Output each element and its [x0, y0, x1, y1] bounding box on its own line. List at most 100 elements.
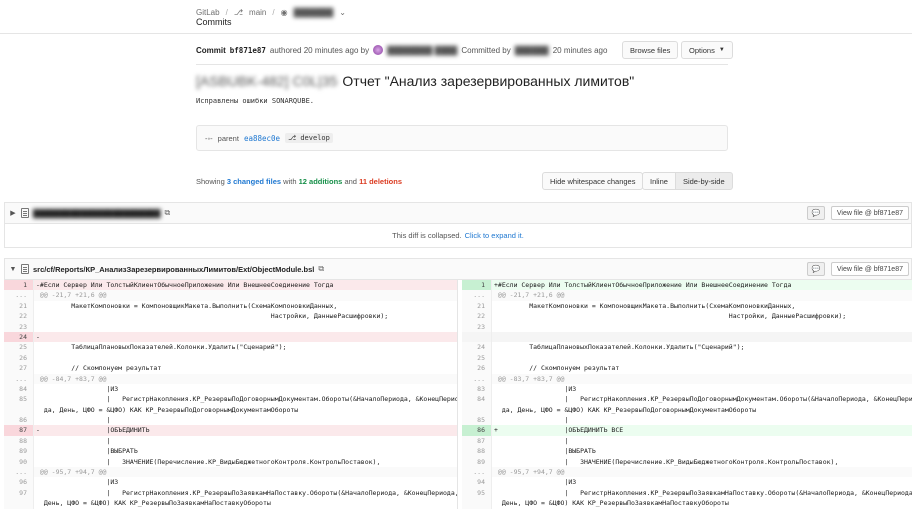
line-number[interactable]: 97 [4, 487, 34, 499]
line-number[interactable]: 95 [462, 487, 492, 499]
browse-files-button[interactable]: Browse files [622, 41, 679, 59]
line-number[interactable]: 24 [4, 331, 34, 343]
chevron-down-icon[interactable]: ▼ [5, 266, 21, 273]
view-file-button[interactable]: View file @ bf871e87 [830, 262, 909, 276]
diff-line: ... @@ -95,7 +94,7 @@ [4, 467, 457, 478]
parent-branch-tag[interactable]: ⎇ develop [285, 133, 333, 143]
diff-line: 25 [462, 352, 912, 364]
line-number[interactable]: 26 [462, 363, 492, 374]
diff-line: 86 + |ОБЪЕДИНИТЬ ВСЕ [462, 425, 912, 436]
line-number[interactable]: 24 [462, 342, 492, 353]
breadcrumb-separator: / [272, 7, 275, 17]
line-number[interactable]: 85 [4, 394, 34, 405]
line-number[interactable]: ... [4, 467, 34, 478]
commit-sha[interactable]: bf871e87 [230, 46, 266, 55]
comment-icon[interactable]: 💬 [806, 262, 825, 276]
inline-view-button[interactable]: Inline [642, 172, 676, 190]
line-number[interactable] [462, 404, 492, 416]
diff-line: 83 |ИЗ [462, 383, 912, 395]
file-header[interactable]: ▼ src/cf/Reports/КР_АнализЗарезервирован… [4, 258, 912, 280]
file-path[interactable]: ████████████████████████ [33, 209, 161, 218]
line-code: @@ -84,7 +83,7 @@ [34, 373, 457, 384]
line-number[interactable]: 90 [4, 456, 34, 468]
copy-icon[interactable]: ⧉ [318, 264, 324, 274]
line-number[interactable]: 22 [4, 311, 34, 322]
breadcrumb-ref[interactable]: ███████ [294, 8, 334, 17]
line-number[interactable]: 87 [4, 425, 34, 436]
line-number[interactable]: 26 [4, 352, 34, 364]
line-code: @@ -83,7 +83,7 @@ [492, 373, 912, 384]
line-number[interactable]: 87 [462, 435, 492, 447]
line-number[interactable]: 84 [4, 383, 34, 395]
hide-whitespace-button[interactable]: Hide whitespace changes [542, 172, 644, 190]
chevron-down-icon[interactable]: ⌄ [339, 8, 346, 17]
line-code: | РегистрНакопления.КР_РезервыПоЗаявкамН… [36, 488, 457, 497]
author-avatar[interactable] [373, 45, 384, 55]
line-number[interactable]: 23 [462, 321, 492, 332]
line-number[interactable]: ... [4, 290, 34, 301]
line-number[interactable]: 96 [4, 477, 34, 488]
diff-line: да, День, ЦФО = &ЦФО) КАК КР_РезервыПоДо… [462, 404, 912, 416]
line-number[interactable]: 89 [462, 456, 492, 468]
line-number[interactable] [462, 331, 492, 343]
comment-icon[interactable]: 💬 [806, 206, 825, 220]
line-number[interactable]: 83 [462, 383, 492, 395]
line-number[interactable]: ... [4, 373, 34, 384]
line-number[interactable]: 88 [462, 446, 492, 457]
side-by-side-view-button[interactable]: Side-by-side [674, 172, 733, 190]
line-code: |ВЫБРАТЬ [36, 447, 138, 456]
line-code: | [494, 416, 569, 425]
chevron-right-icon[interactable]: ▶ [5, 209, 21, 217]
author-name[interactable]: ████████ ████ [387, 46, 457, 55]
diff-line: 84 |ИЗ [4, 383, 457, 395]
line-code: - |ОБЪЕДИНИТЬ [34, 425, 457, 436]
committer-name[interactable]: ██████ [515, 46, 549, 55]
line-number[interactable]: 23 [4, 321, 34, 332]
line-number[interactable]: 88 [4, 435, 34, 447]
diff-line: 89 |ВЫБРАТЬ [4, 446, 457, 457]
line-number[interactable]: 25 [4, 342, 34, 353]
line-number[interactable]: 86 [462, 425, 492, 436]
line-number[interactable]: 94 [462, 477, 492, 488]
parent-branch: develop [300, 134, 330, 142]
commit-node-icon: -◦- [205, 133, 213, 143]
copy-icon[interactable]: ⧉ [165, 208, 171, 218]
diff-line: 26 // Скомпонуем результат [462, 363, 912, 374]
line-number[interactable]: ... [462, 290, 492, 301]
line-number[interactable] [4, 404, 34, 416]
line-number[interactable]: 84 [462, 394, 492, 405]
line-number[interactable] [462, 498, 492, 509]
expand-diff-link[interactable]: Click to expand it. [465, 231, 524, 240]
line-number[interactable]: 1 [4, 280, 34, 291]
line-number[interactable]: 21 [4, 300, 34, 312]
breadcrumb-separator: / [225, 7, 228, 17]
line-number[interactable]: 22 [462, 311, 492, 322]
line-number[interactable] [4, 498, 34, 509]
line-number[interactable]: 25 [462, 352, 492, 364]
line-number[interactable]: 1 [462, 280, 492, 291]
line-code: |ИЗ [36, 384, 119, 393]
line-number[interactable]: 27 [4, 363, 34, 374]
breadcrumb-branch[interactable]: main [249, 8, 266, 17]
diff-stats: Showing 3 changed files with 12 addition… [196, 177, 402, 186]
view-mode-toggle: Inline Side-by-side [642, 172, 733, 190]
line-number[interactable]: 86 [4, 415, 34, 426]
file-header[interactable]: ▶ ████████████████████████ ⧉ 💬 View file… [4, 202, 912, 224]
breadcrumb-gitlab[interactable]: GitLab [196, 8, 220, 17]
diff-line: 27 // Скомпонуем результат [4, 363, 457, 374]
line-number[interactable]: ... [462, 373, 492, 384]
line-number[interactable]: ... [462, 467, 492, 478]
line-code: Настройки, ДанныеРасшифровки); [36, 312, 389, 321]
changed-files-link[interactable]: 3 changed files [227, 177, 281, 186]
file-icon [21, 208, 29, 218]
view-file-button[interactable]: View file @ bf871e87 [830, 206, 909, 220]
parent-sha-link[interactable]: ea88ec0e [244, 134, 280, 143]
line-number[interactable]: 89 [4, 446, 34, 457]
line-code [34, 353, 457, 363]
diff-line: 87 | [462, 435, 912, 447]
line-number[interactable]: 21 [462, 300, 492, 312]
options-dropdown[interactable]: Options ▼ [681, 41, 733, 59]
file-path[interactable]: src/cf/Reports/КР_АнализЗарезервированны… [33, 265, 314, 274]
line-number[interactable]: 85 [462, 415, 492, 426]
commit-title-ticket: [ASBUBK-482] C0L|35 [196, 73, 338, 89]
